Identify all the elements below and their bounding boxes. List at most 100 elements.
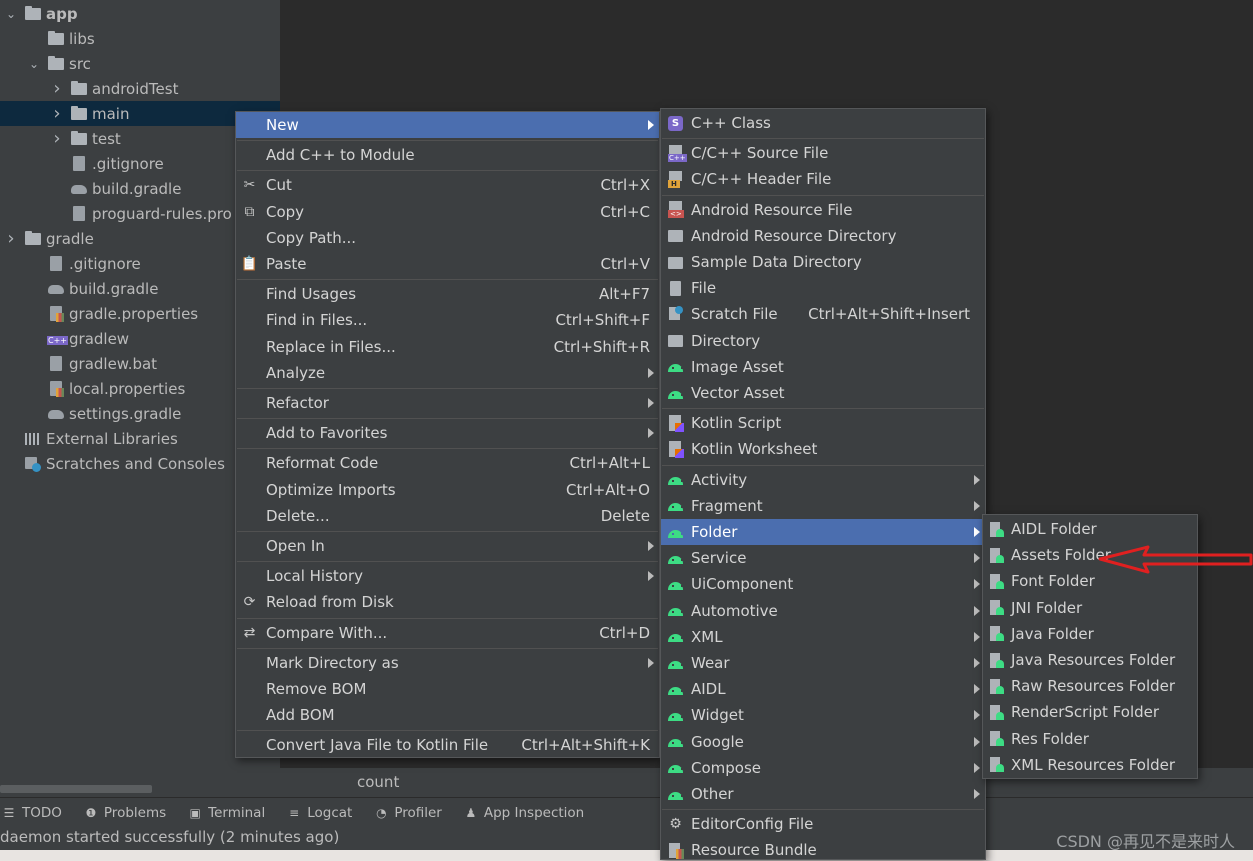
menu-item-google[interactable]: Google: [661, 729, 985, 755]
tree-item-label: app: [46, 4, 78, 23]
tree-item-libs[interactable]: libs: [0, 26, 280, 51]
menu-item-optimize-imports[interactable]: Optimize Imports Ctrl+Alt+O: [236, 477, 659, 503]
chevron-right-icon[interactable]: ›: [4, 228, 18, 249]
menu-item-copy-path[interactable]: Copy Path...: [236, 225, 659, 251]
todo-icon: ☰: [3, 805, 15, 820]
menu-item-wear[interactable]: Wear: [661, 650, 985, 676]
chevron-right-icon[interactable]: ›: [50, 103, 64, 124]
horizontal-scrollbar[interactable]: [0, 785, 152, 793]
menu-item-label: New: [266, 116, 299, 135]
chevron-right-icon[interactable]: ›: [50, 78, 64, 99]
menu-item-label: JNI Folder: [1011, 598, 1083, 617]
menu-item-scratch-file[interactable]: Scratch File Ctrl+Alt+Shift+Insert: [661, 301, 985, 327]
folder-icon: [70, 80, 87, 97]
tool-tab-terminal[interactable]: ▣ Terminal: [188, 805, 265, 821]
menu-item-widget[interactable]: Widget: [661, 702, 985, 728]
menu-item-fragment[interactable]: Fragment: [661, 493, 985, 519]
menu-item-cut[interactable]: ✂ Cut Ctrl+X: [236, 172, 659, 198]
menu-item-aidl[interactable]: AIDL: [661, 676, 985, 702]
menu-item-vector-asset[interactable]: Vector Asset: [661, 380, 985, 406]
menu-item-file[interactable]: File: [661, 275, 985, 301]
menu-item-xml-resources-folder[interactable]: XML Resources Folder: [983, 752, 1197, 778]
menu-item-resource-bundle[interactable]: Resource Bundle: [661, 837, 985, 861]
menu-item-java-folder[interactable]: Java Folder: [983, 621, 1197, 647]
menu-item-xml[interactable]: XML: [661, 624, 985, 650]
menu-item-res-folder[interactable]: Res Folder: [983, 726, 1197, 752]
menu-item-add-c-to-module[interactable]: Add C++ to Module: [236, 142, 659, 168]
chevron-right-icon: [974, 658, 980, 669]
menu-item-label: Find in Files...: [266, 311, 368, 330]
menu-item-kotlin-worksheet[interactable]: Kotlin Worksheet: [661, 436, 985, 462]
menu-item-image-asset[interactable]: Image Asset: [661, 354, 985, 380]
android-icon: [667, 707, 684, 724]
menu-item-label: Compare With...: [266, 623, 388, 642]
menu-item-copy[interactable]: ⧉ Copy Ctrl+C: [236, 199, 659, 225]
menu-item-new[interactable]: New: [236, 112, 659, 139]
menu-item-reformat-code[interactable]: Reformat Code Ctrl+Alt+L: [236, 450, 659, 476]
menu-item-sample-data-directory[interactable]: Sample Data Directory: [661, 249, 985, 275]
menu-item-convert-java-file-to-kotlin-file[interactable]: Convert Java File to Kotlin File Ctrl+Alt…: [236, 732, 659, 758]
menu-item-local-history[interactable]: Local History: [236, 563, 659, 589]
menu-item-add-bom[interactable]: Add BOM: [236, 702, 659, 728]
menu-item-raw-resources-folder[interactable]: Raw Resources Folder: [983, 673, 1197, 699]
tool-tab-problems[interactable]: ❶ Problems: [84, 805, 167, 821]
menu-item-renderscript-folder[interactable]: RenderScript Folder: [983, 699, 1197, 725]
menu-item-editorconfig-file[interactable]: ⚙ EditorConfig File: [661, 811, 985, 837]
menu-item-find-usages[interactable]: Find Usages Alt+F7: [236, 281, 659, 307]
menu-item-jni-folder[interactable]: JNI Folder: [983, 595, 1197, 621]
properties-icon: [47, 380, 64, 397]
menu-item-paste[interactable]: 📋 Paste Ctrl+V: [236, 251, 659, 277]
menu-item-label: Reload from Disk: [266, 593, 394, 612]
tree-item-androidtest[interactable]: › androidTest: [0, 76, 280, 101]
menu-item-c-class[interactable]: C++ Class: [661, 110, 985, 136]
menu-item-directory[interactable]: Directory: [661, 328, 985, 354]
menu-item-open-in[interactable]: Open In: [236, 533, 659, 559]
resource-bundle-icon: [667, 842, 684, 859]
menu-item-compare-with[interactable]: ⇄ Compare With... Ctrl+D: [236, 620, 659, 646]
menu-item-replace-in-files[interactable]: Replace in Files... Ctrl+Shift+R: [236, 334, 659, 360]
menu-item-analyze[interactable]: Analyze: [236, 360, 659, 386]
menu-item-service[interactable]: Service: [661, 545, 985, 571]
menu-item-other[interactable]: Other: [661, 781, 985, 807]
menu-item-java-resources-folder[interactable]: Java Resources Folder: [983, 647, 1197, 673]
menu-item-delete[interactable]: Delete... Delete: [236, 503, 659, 529]
menu-item-label: Remove BOM: [266, 680, 367, 699]
menu-item-automotive[interactable]: Automotive: [661, 598, 985, 624]
menu-item-kotlin-script[interactable]: Kotlin Script: [661, 410, 985, 436]
tool-tab-todo[interactable]: ☰ TODO: [2, 805, 62, 821]
menu-item-uicomponent[interactable]: UiComponent: [661, 571, 985, 597]
menu-item-label: Copy Path...: [266, 228, 357, 247]
menu-item-find-in-files[interactable]: Find in Files... Ctrl+Shift+F: [236, 307, 659, 333]
tool-tab-logcat[interactable]: ≡ Logcat: [287, 805, 352, 821]
tool-tab-profiler[interactable]: ◔ Profiler: [374, 805, 442, 821]
menu-item-add-to-favorites[interactable]: Add to Favorites: [236, 420, 659, 446]
chevron-right-icon: [974, 474, 980, 485]
chevron-down-icon[interactable]: ⌄: [27, 57, 41, 71]
chevron-right-icon[interactable]: ›: [50, 128, 64, 149]
tree-item-label: build.gradle: [92, 179, 182, 198]
menu-item-remove-bom[interactable]: Remove BOM: [236, 676, 659, 702]
menu-item-reload-from-disk[interactable]: ⟳ Reload from Disk: [236, 589, 659, 615]
tree-item-label: src: [69, 54, 91, 73]
shortcut-label: Ctrl+Alt+L: [569, 454, 651, 473]
menu-item-label: Java Folder: [1011, 624, 1094, 643]
menu-item-compose[interactable]: Compose: [661, 755, 985, 781]
tree-item-app[interactable]: ⌄ app: [0, 1, 280, 26]
gitignore-file-icon: [70, 155, 87, 172]
menu-item-c-c-source-file[interactable]: C/C++ Source File: [661, 140, 985, 166]
tool-tab-app-inspection[interactable]: ♟ App Inspection: [464, 805, 584, 821]
menu-item-c-c-header-file[interactable]: C/C++ Header File: [661, 166, 985, 192]
menu-item-label: Refactor: [266, 394, 329, 413]
menu-item-activity[interactable]: Activity: [661, 467, 985, 493]
menu-item-android-resource-file[interactable]: Android Resource File: [661, 197, 985, 223]
menu-item-android-resource-directory[interactable]: Android Resource Directory: [661, 223, 985, 249]
menu-item-label: Widget: [691, 706, 744, 725]
menu-item-label: Assets Folder: [1011, 546, 1111, 565]
menu-item-mark-directory-as[interactable]: Mark Directory as: [236, 650, 659, 676]
menu-item-folder[interactable]: Folder: [661, 519, 985, 546]
menu-item-refactor[interactable]: Refactor: [236, 390, 659, 416]
tree-item-src[interactable]: ⌄ src: [0, 51, 280, 76]
chevron-down-icon[interactable]: ⌄: [4, 7, 18, 21]
menu-item-aidl-folder[interactable]: AIDL Folder: [983, 516, 1197, 542]
